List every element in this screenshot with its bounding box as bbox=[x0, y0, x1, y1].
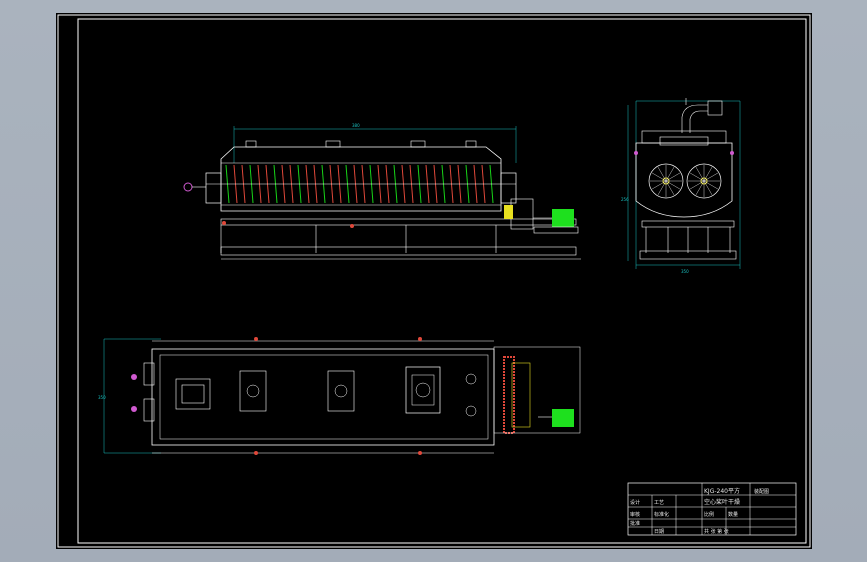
standard-label: 标准化 bbox=[654, 511, 669, 518]
wheel-spoke bbox=[657, 180, 667, 195]
title-line-1: KJG-240平方 bbox=[704, 487, 740, 495]
side-height-dimension: 256 bbox=[621, 197, 629, 202]
wheel-spoke bbox=[652, 172, 667, 182]
rotary-joint-icon bbox=[183, 182, 193, 192]
wheel-spoke bbox=[703, 180, 713, 195]
inner-frame bbox=[77, 18, 807, 544]
designer-label: 设计 bbox=[630, 499, 640, 506]
wheel-spoke bbox=[652, 180, 667, 190]
wheel-spoke bbox=[703, 167, 713, 182]
sheet-label: 共 张 第 张 bbox=[704, 528, 729, 535]
wheel-spoke bbox=[690, 180, 705, 190]
chain-drive bbox=[503, 356, 515, 434]
wheel-spoke bbox=[695, 180, 705, 195]
plan-drive-motor bbox=[552, 409, 574, 427]
plan-width-dimension: 350 bbox=[98, 395, 106, 400]
side-width-dimension: 350 bbox=[681, 269, 689, 274]
plan-view: 350 bbox=[98, 337, 581, 455]
side-elevation: 256 350 bbox=[621, 98, 741, 274]
wheel-spoke bbox=[665, 172, 680, 182]
paddle-shaft bbox=[206, 164, 516, 204]
cad-viewport[interactable]: 380 256 350 350 KJG-240平方 空心桨叶干燥 装配图 比例 … bbox=[0, 0, 867, 562]
drive-motor bbox=[552, 209, 574, 227]
craft-label: 工艺 bbox=[654, 500, 664, 506]
wheel-spoke bbox=[690, 172, 705, 182]
outer-frame bbox=[57, 14, 811, 548]
drawing-sheet: 380 256 350 350 KJG-240平方 空心桨叶干燥 装配图 比例 … bbox=[56, 13, 812, 549]
date-label: 日期 bbox=[654, 529, 664, 535]
front-dimension: 380 bbox=[352, 123, 360, 128]
drawing-canvas: 380 256 350 350 KJG-240平方 空心桨叶干燥 装配图 比例 … bbox=[57, 14, 811, 548]
gear-reducer bbox=[504, 205, 513, 219]
wheel-spoke bbox=[695, 167, 705, 182]
wheel-spoke bbox=[657, 167, 667, 182]
title-block: KJG-240平方 空心桨叶干燥 装配图 比例 数量 共 张 第 张 设计 审核… bbox=[627, 482, 797, 536]
wheel-spoke bbox=[703, 172, 718, 182]
wheel-spoke bbox=[665, 180, 675, 195]
drawing-number: 装配图 bbox=[754, 488, 769, 495]
wheel-spoke bbox=[665, 180, 680, 190]
wheel-spoke bbox=[703, 180, 718, 190]
wheel-spoke bbox=[665, 167, 675, 182]
quantity-label: 数量 bbox=[728, 511, 738, 518]
checker-label: 审核 bbox=[630, 511, 640, 518]
approver-label: 批准 bbox=[630, 520, 640, 527]
title-line-2: 空心桨叶干燥 bbox=[704, 498, 740, 506]
scale-label: 比例 bbox=[704, 511, 714, 518]
front-elevation: 380 bbox=[183, 123, 581, 260]
